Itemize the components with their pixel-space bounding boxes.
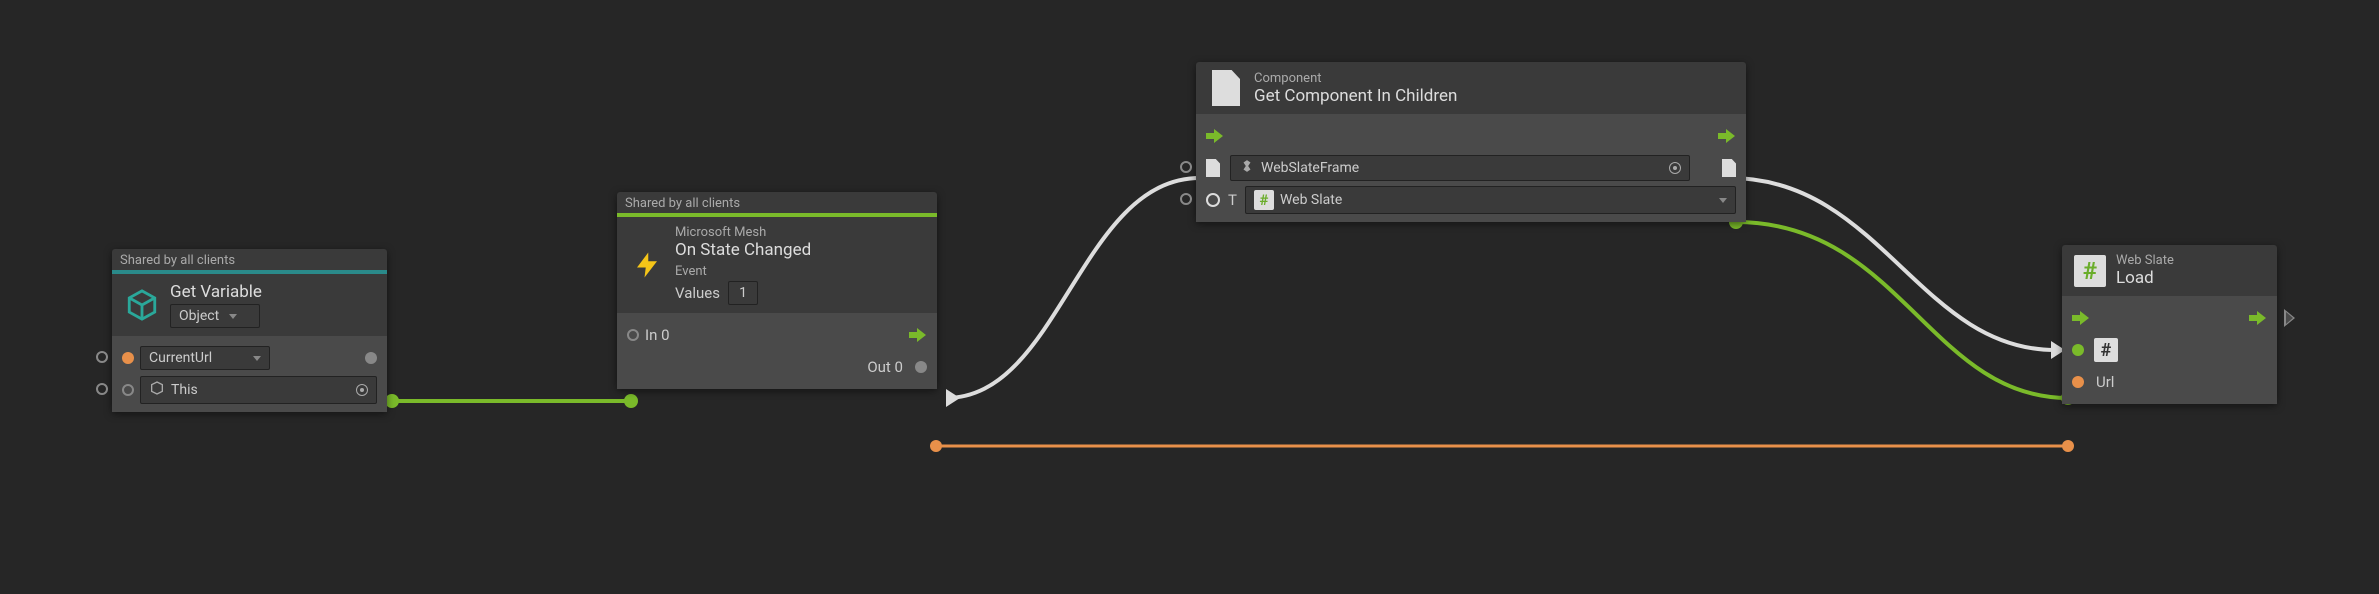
cube-outline-icon <box>124 287 160 323</box>
target-picker-icon[interactable] <box>1669 162 1681 174</box>
outer-port[interactable] <box>96 351 108 363</box>
hash-icon: # <box>1254 190 1274 210</box>
input-port-url[interactable] <box>2072 376 2084 388</box>
node-header: Component Get Component In Children <box>1196 62 1746 114</box>
node-get-variable[interactable]: Shared by all clients Get Variable Objec… <box>112 249 387 412</box>
document-small-icon <box>1206 159 1220 177</box>
variable-kind-dropdown[interactable]: Object <box>170 304 260 328</box>
target-picker-icon[interactable] <box>356 384 368 396</box>
node-web-slate-load[interactable]: # Web Slate Load # Url <box>2062 245 2277 404</box>
node-header: Microsoft Mesh On State Changed Event Va… <box>617 217 937 313</box>
flow-out-icon[interactable] <box>1718 129 1736 143</box>
bolt-icon <box>629 247 665 283</box>
input-port-target[interactable] <box>122 384 134 396</box>
input-port-name[interactable] <box>122 352 134 364</box>
url-label: Url <box>2096 373 2114 391</box>
flow-in-icon[interactable] <box>2072 311 2090 325</box>
values-count-field[interactable]: 1 <box>728 281 758 305</box>
output-port-out0[interactable] <box>915 361 927 373</box>
node-supertitle: Shared by all clients <box>617 192 937 213</box>
flow-out-icon[interactable] <box>2249 311 2267 325</box>
outer-port[interactable] <box>96 383 108 395</box>
input-port-type[interactable] <box>1206 193 1220 207</box>
flow-out-connector[interactable] <box>2285 310 2295 326</box>
node-title: Get Component In Children <box>1254 86 1734 106</box>
game-object-field[interactable]: WebSlateFrame <box>1230 155 1690 181</box>
node-supertitle: Shared by all clients <box>112 249 387 270</box>
node-title: Load <box>2116 268 2265 288</box>
target-object-field[interactable]: This <box>140 376 377 404</box>
unity-icon <box>1239 159 1255 177</box>
hash-small-icon: # <box>2094 338 2118 362</box>
document-icon <box>1208 70 1244 106</box>
flow-out-icon[interactable] <box>909 328 927 342</box>
node-subtitle: Component <box>1254 71 1734 86</box>
node-title: Get Variable <box>170 282 375 302</box>
hash-icon: # <box>2074 255 2106 287</box>
node-title: On State Changed <box>675 240 925 260</box>
node-header: # Web Slate Load <box>2062 245 2277 296</box>
node-subtitle: Microsoft Mesh <box>675 225 925 240</box>
chevron-down-icon <box>253 356 261 361</box>
outer-port[interactable] <box>1180 161 1192 173</box>
out0-label: Out 0 <box>867 358 903 376</box>
input-port-component[interactable] <box>2072 344 2084 356</box>
type-prefix: T <box>1228 191 1237 209</box>
type-dropdown[interactable]: # Web Slate <box>1245 186 1736 214</box>
outer-port[interactable] <box>1180 193 1192 205</box>
values-label: Values <box>675 284 720 302</box>
flow-in-icon[interactable] <box>1206 129 1224 143</box>
cube-icon <box>149 380 165 400</box>
node-header: Get Variable Object <box>112 274 387 336</box>
node-get-component-in-children[interactable]: Component Get Component In Children WebS… <box>1196 62 1746 222</box>
output-document-icon[interactable] <box>1722 159 1736 177</box>
variable-name-dropdown[interactable]: CurrentUrl <box>140 346 270 370</box>
node-on-state-changed[interactable]: Shared by all clients Microsoft Mesh On … <box>617 192 937 389</box>
chevron-down-icon <box>229 314 237 319</box>
chevron-down-icon <box>1719 198 1727 203</box>
event-label: Event <box>675 264 925 279</box>
input-port-in0[interactable] <box>627 329 639 341</box>
node-subtitle: Web Slate <box>2116 253 2265 268</box>
in0-label: In 0 <box>645 326 670 344</box>
output-port-value[interactable] <box>365 352 377 364</box>
